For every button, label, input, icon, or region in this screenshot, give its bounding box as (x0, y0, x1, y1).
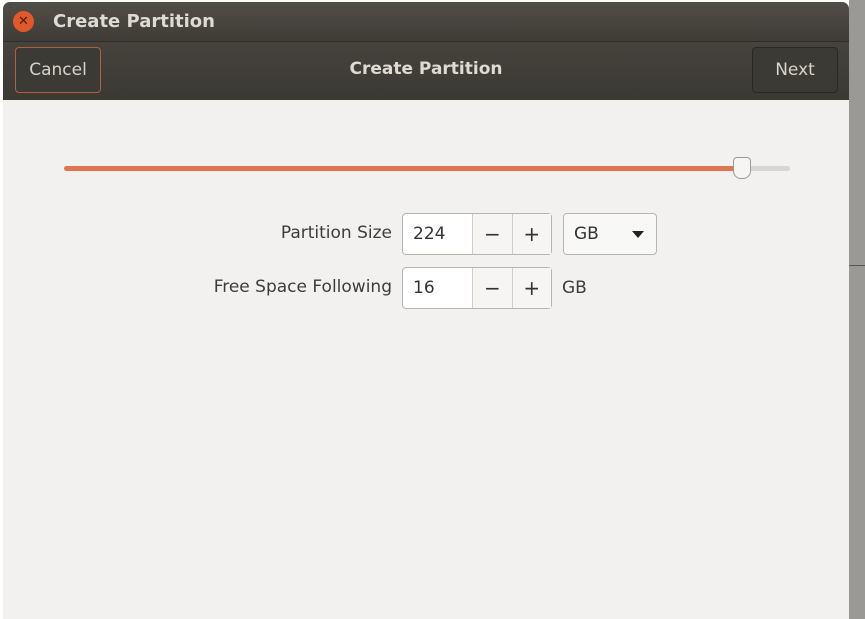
header-title: Create Partition (349, 59, 503, 79)
desktop-background (849, 0, 865, 619)
free-space-input[interactable]: 16 (403, 268, 472, 308)
partition-size-input[interactable]: 224 (403, 214, 472, 254)
unit-selected: GB (574, 224, 599, 244)
free-space-label: Free Space Following (213, 277, 392, 297)
header-bar: Cancel Create Partition Next (3, 41, 849, 100)
close-icon[interactable]: ✕ (13, 11, 34, 32)
partition-size-spinner[interactable]: 224 − + (402, 213, 552, 255)
window-title: Create Partition (53, 11, 215, 32)
next-button[interactable]: Next (752, 47, 838, 93)
partition-size-label: Partition Size (280, 223, 392, 243)
unit-dropdown[interactable]: GB (563, 213, 657, 255)
slider-thumb[interactable] (733, 157, 752, 179)
title-bar: ✕ Create Partition (3, 2, 849, 41)
decrement-button[interactable]: − (472, 214, 512, 254)
increment-button[interactable]: + (511, 214, 551, 254)
partition-size-slider[interactable] (64, 157, 790, 179)
free-space-unit: GB (562, 278, 587, 298)
free-space-spinner[interactable]: 16 − + (402, 267, 552, 309)
decrement-button[interactable]: − (472, 268, 512, 308)
chevron-down-icon (632, 231, 644, 238)
increment-button[interactable]: + (511, 268, 551, 308)
create-partition-dialog: ✕ Create Partition Cancel Create Partiti… (3, 2, 849, 619)
slider-fill (64, 166, 742, 171)
